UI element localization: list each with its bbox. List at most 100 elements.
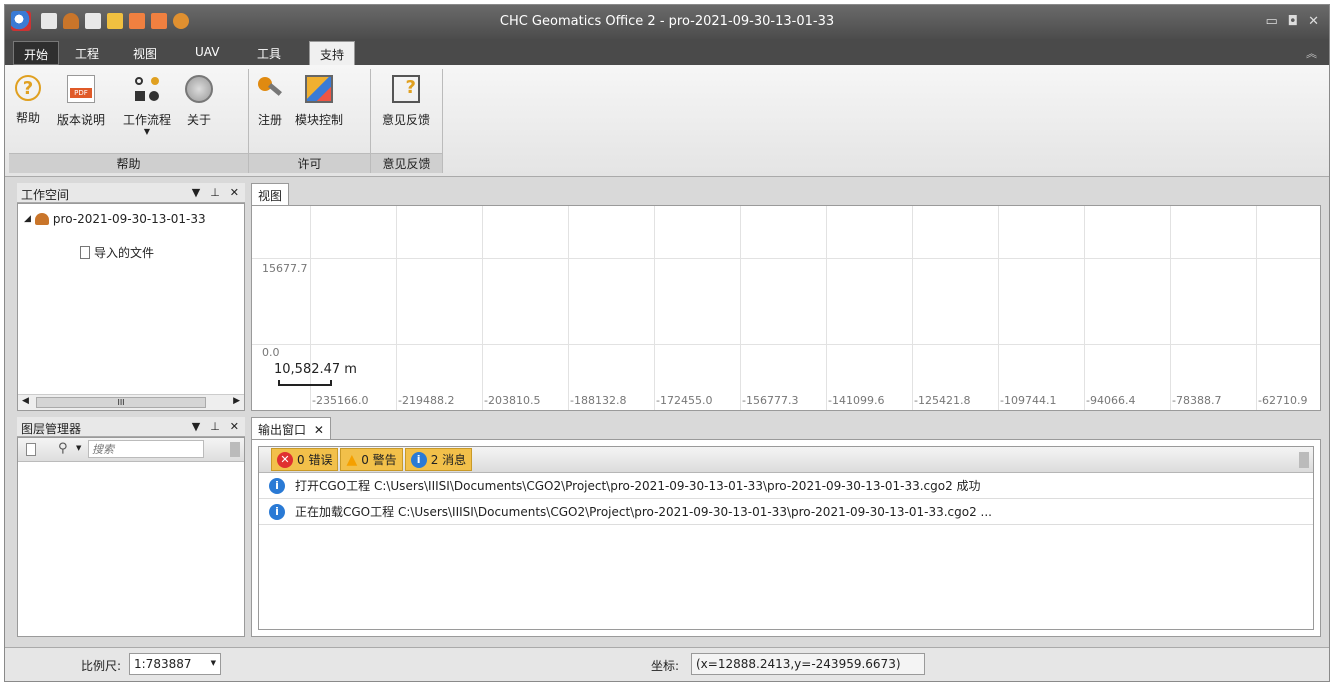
tab-tools[interactable]: 工具 [247, 41, 291, 65]
feedback-button[interactable]: ? 意见反馈 [377, 75, 435, 128]
scroll-right-icon[interactable]: ▶ [233, 396, 240, 406]
tab-start[interactable]: 开始 [13, 41, 60, 65]
tab-project[interactable]: 工程 [65, 41, 109, 65]
warnings-filter[interactable]: ▲ 0 警告 [340, 448, 403, 471]
horizontal-scrollbar[interactable]: ◀ III ▶ [18, 394, 244, 410]
window-controls: ▭ ◘ ✕ [1266, 14, 1320, 29]
panel-menu-icon[interactable]: ▼ [192, 186, 200, 199]
workflow-button[interactable]: 工作流程 ▼ [119, 75, 175, 136]
tab-output-window[interactable]: 输出窗口 ✕ [251, 417, 331, 439]
feedback-icon: ? [392, 75, 420, 103]
pin-icon[interactable]: ⊥ [210, 186, 220, 199]
scale-bar [278, 380, 332, 386]
module-icon [305, 75, 333, 103]
x-tick: -94066.4 [1086, 394, 1136, 407]
layer-toolbar: ⚲ ▼ [18, 438, 244, 462]
globe-icon [185, 75, 213, 103]
module-control-button[interactable]: 模块控制 [291, 75, 347, 128]
tab-support[interactable]: 支持 [309, 41, 356, 65]
collapse-ribbon-icon[interactable]: ︽ [1306, 45, 1317, 61]
release-notes-button[interactable]: PDF 版本说明 [51, 75, 111, 128]
scroll-thumb[interactable]: III [36, 397, 206, 408]
scale-combo[interactable]: 1:783887 ▼ [129, 653, 221, 675]
output-message-row[interactable]: i 打开CGO工程 C:\Users\IIISI\Documents\CGO2\… [259, 473, 1313, 499]
close-tab-icon[interactable]: ✕ [314, 423, 324, 437]
toolbar-overflow-icon[interactable] [1299, 452, 1309, 468]
info-icon: i [410, 451, 427, 468]
x-tick: -188132.8 [570, 394, 627, 407]
chevron-down-icon[interactable]: ▼ [211, 659, 216, 667]
pin-icon[interactable]: ⊥ [210, 420, 220, 433]
workflow-icon [133, 75, 161, 103]
expand-arrow-icon[interactable]: ◢ [24, 214, 31, 224]
pdf-icon: PDF [67, 75, 95, 103]
tab-uav[interactable]: UAV [185, 41, 229, 65]
feedback-group-label: 意见反馈 [371, 153, 442, 173]
register-button[interactable]: 注册 [255, 75, 285, 128]
panel-menu-icon[interactable]: ▼ [192, 420, 200, 433]
project-icon [34, 213, 49, 225]
help-group-label: 帮助 [9, 153, 248, 173]
y-tick: 15677.7 [262, 262, 308, 275]
output-window: ✕ 0 错误 ▲ 0 警告 i2 消息 i 打开CGO工程 C:\Users\III… [251, 439, 1321, 637]
x-tick: -203810.5 [484, 394, 541, 407]
help-icon: ? [15, 75, 41, 101]
output-filter-bar: ✕ 0 错误 ▲ 0 警告 i2 消息 [259, 447, 1313, 473]
y-tick: 0.0 [262, 346, 280, 359]
tree-item-imported-files[interactable]: 导入的文件 [80, 244, 154, 261]
scroll-left-icon[interactable]: ◀ [22, 396, 29, 406]
minimize-icon[interactable]: ▭ [1266, 14, 1278, 29]
x-tick: -109744.1 [1000, 394, 1057, 407]
tree-item-project[interactable]: ◢ pro-2021-09-30-13-01-33 [24, 212, 206, 226]
ribbon-body: ? 帮助 PDF 版本说明 工作流程 ▼ 关于 帮助 注册 模块控制 许可 ? … [5, 65, 1329, 177]
feedback-group: ? 意见反馈 意见反馈 [371, 69, 443, 173]
info-icon: i [269, 477, 285, 494]
x-tick: -235166.0 [312, 394, 369, 407]
close-icon[interactable]: ✕ [1308, 14, 1319, 29]
file-icon [80, 246, 90, 259]
x-tick: -156777.3 [742, 394, 799, 407]
errors-filter[interactable]: ✕ 0 错误 [271, 448, 339, 471]
new-layer-icon[interactable] [26, 443, 36, 456]
title-bar: CHC Geomatics Office 2 - pro-2021-09-30-… [5, 5, 1329, 39]
app-window: CHC Geomatics Office 2 - pro-2021-09-30-… [4, 4, 1330, 682]
help-button[interactable]: ? 帮助 [13, 75, 43, 126]
x-tick: -141099.6 [828, 394, 885, 407]
x-tick: -125421.8 [914, 394, 971, 407]
x-tick: -62710.9 [1258, 394, 1308, 407]
license-group-label: 许可 [249, 153, 370, 173]
layer-manager: ⚲ ▼ [17, 437, 245, 637]
status-bar: 比例尺: 1:783887 ▼ 坐标: (x=12888.2413,y=-243… [5, 647, 1329, 681]
output-list: ✕ 0 错误 ▲ 0 警告 i2 消息 i 打开CGO工程 C:\Users\III… [258, 446, 1314, 630]
tab-view[interactable]: 视图 [123, 41, 167, 65]
map-view[interactable]: 15677.7 0.0 10,582.47 m -235166.0 -21948… [251, 205, 1321, 411]
close-icon[interactable]: ✕ [230, 186, 239, 199]
x-tick: -78388.7 [1172, 394, 1222, 407]
tab-view-document[interactable]: 视图 [251, 183, 290, 205]
help-group: ? 帮助 PDF 版本说明 工作流程 ▼ 关于 帮助 [9, 69, 249, 173]
workspace-tree: ◢ pro-2021-09-30-13-01-33 导入的文件 ◀ III ▶ [17, 203, 245, 411]
close-icon[interactable]: ✕ [230, 420, 239, 433]
output-message-row[interactable]: i 正在加载CGO工程 C:\Users\IIISI\Documents\CGO… [259, 499, 1313, 525]
x-tick: -172455.0 [656, 394, 713, 407]
scale-label: 比例尺: [81, 659, 122, 673]
layer-search-input[interactable] [88, 440, 204, 458]
search-icon[interactable]: ⚲ [58, 441, 68, 456]
warning-icon: ▲ [346, 451, 358, 468]
workspace-panel-header: 工作空间 ▼ ⊥ ✕ [17, 183, 245, 203]
about-button[interactable]: 关于 [179, 75, 219, 128]
license-group: 注册 模块控制 许可 [249, 69, 371, 173]
toolbar-overflow-icon[interactable] [230, 442, 240, 457]
info-icon: i [269, 503, 285, 520]
dropdown-caret-icon[interactable]: ▼ [119, 128, 175, 136]
window-title: CHC Geomatics Office 2 - pro-2021-09-30-… [499, 14, 835, 29]
maximize-icon[interactable]: ◘ [1288, 14, 1298, 29]
coordinate-readout: (x=12888.2413,y=-243959.6673) [691, 653, 925, 675]
layer-manager-header: 图层管理器 ▼ ⊥ ✕ [17, 417, 245, 437]
search-dropdown-icon[interactable]: ▼ [76, 444, 81, 452]
coordinate-label: 坐标: [651, 659, 680, 673]
ribbon-tab-bar: 开始 工程 视图 UAV 工具 支持 ︽ [5, 39, 1329, 65]
key-icon [256, 75, 284, 103]
messages-filter[interactable]: i2 消息 [404, 448, 473, 471]
x-tick: -219488.2 [398, 394, 455, 407]
